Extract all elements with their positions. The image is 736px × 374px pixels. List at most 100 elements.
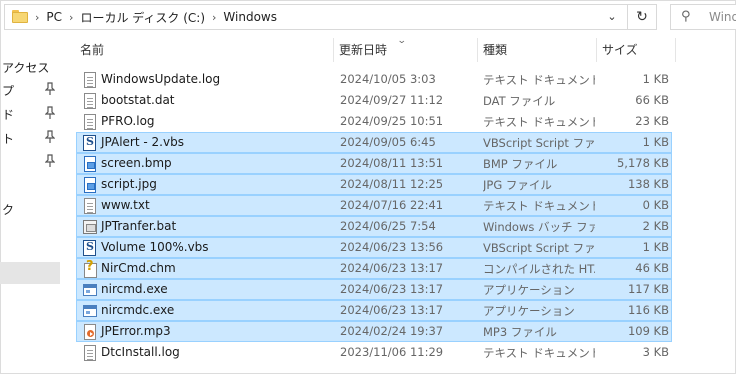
search-icon: ⚲ xyxy=(681,9,691,24)
audio-file-icon xyxy=(83,324,97,340)
breadcrumb-local-disk[interactable]: ローカル ディスク (C:) xyxy=(80,9,205,26)
navigation-pane: アクセス プ ド ト ク xyxy=(0,36,60,374)
refresh-button[interactable]: ↻ xyxy=(627,4,657,30)
file-size: 66 KB xyxy=(635,93,669,107)
file-type: アプリケーション xyxy=(483,283,575,297)
nav-item-6[interactable]: ク xyxy=(0,198,60,220)
file-type: BMP ファイル xyxy=(483,157,558,171)
file-date: 2024/08/11 12:25 xyxy=(340,177,444,191)
file-size: 1 KB xyxy=(642,240,669,254)
file-name: DtcInstall.log xyxy=(101,345,180,359)
file-type: テキスト ドキュメント xyxy=(483,199,595,213)
breadcrumb-pc[interactable]: PC xyxy=(46,10,62,24)
nav-item-quick-access[interactable]: アクセス xyxy=(0,56,60,78)
vbscript-icon xyxy=(83,240,97,256)
file-type: VBScript Script ファ... xyxy=(483,241,595,255)
nav-item-label: ク xyxy=(2,203,15,217)
file-row[interactable]: script.jpg 2024/08/11 12:25 JPG ファイル 138 KB xyxy=(76,174,672,195)
text-file-icon xyxy=(83,93,97,109)
chevron-right-icon[interactable]: › xyxy=(35,11,39,24)
text-file-icon xyxy=(83,114,97,130)
file-type: コンパイルされた HT... xyxy=(483,262,595,276)
image-file-icon xyxy=(83,156,97,172)
file-row[interactable]: JPTranfer.bat 2024/06/25 7:54 Windows バッチ … xyxy=(76,216,672,237)
pin-icon xyxy=(44,82,56,96)
column-divider[interactable] xyxy=(675,38,676,62)
file-row[interactable]: www.txt 2024/07/16 22:41 テキスト ドキュメント 0 KB xyxy=(76,195,672,216)
file-date: 2024/09/27 11:12 xyxy=(340,93,444,107)
nav-item-3[interactable]: ド xyxy=(0,103,60,125)
search-placeholder[interactable]: Windo xyxy=(709,10,736,24)
file-size: 23 KB xyxy=(635,114,669,128)
file-size: 109 KB xyxy=(627,324,669,338)
column-divider[interactable] xyxy=(477,38,478,62)
file-name: JPTranfer.bat xyxy=(101,219,177,233)
file-row[interactable]: screen.bmp 2024/08/11 13:51 BMP ファイル 5,178 … xyxy=(76,153,672,174)
file-row[interactable]: PFRO.log 2024/09/25 10:51 テキスト ドキュメント 23 KB xyxy=(76,111,672,132)
text-file-icon xyxy=(83,345,97,361)
help-file-icon xyxy=(83,259,97,278)
file-type: テキスト ドキュメント xyxy=(483,346,595,360)
chevron-right-icon[interactable]: › xyxy=(212,11,216,24)
file-date: 2024/06/23 13:56 xyxy=(340,240,444,254)
pin-icon xyxy=(44,106,56,120)
batch-file-icon xyxy=(83,219,97,235)
file-name: bootstat.dat xyxy=(101,93,175,107)
file-row[interactable]: JPError.mp3 2024/02/24 19:37 MP3 ファイル 109 K… xyxy=(76,321,672,342)
nav-item-5[interactable] xyxy=(0,151,60,173)
file-list: WindowsUpdate.log 2024/10/05 3:03 テキスト ドキュ… xyxy=(76,69,676,363)
chevron-right-icon[interactable]: › xyxy=(69,11,73,24)
file-type: DAT ファイル xyxy=(483,94,556,108)
file-row[interactable]: JPAlert - 2.vbs 2024/09/05 6:45 VBScript S… xyxy=(76,132,672,153)
file-row[interactable]: Volume 100%.vbs 2024/06/23 13:56 VBScript … xyxy=(76,237,672,258)
column-header-name[interactable]: 名前 xyxy=(80,36,104,64)
breadcrumb-windows[interactable]: Windows xyxy=(223,10,277,24)
file-size: 1 KB xyxy=(642,135,669,149)
file-name: nircmdc.exe xyxy=(101,303,175,317)
nav-item-label: プ xyxy=(2,84,15,98)
nav-item-4[interactable]: ト xyxy=(0,127,60,149)
file-date: 2024/10/05 3:03 xyxy=(340,72,436,86)
file-row[interactable]: nircmdc.exe 2024/06/23 13:17 アプリケーション 116 K… xyxy=(76,300,672,321)
file-row[interactable]: WindowsUpdate.log 2024/10/05 3:03 テキスト ドキュ… xyxy=(76,69,672,90)
column-divider[interactable] xyxy=(596,38,597,62)
column-header-size[interactable]: サイズ xyxy=(602,36,638,64)
file-type: MP3 ファイル xyxy=(483,325,557,339)
vbscript-icon xyxy=(83,135,97,151)
file-name: NirCmd.chm xyxy=(101,261,176,275)
file-date: 2024/06/25 7:54 xyxy=(340,219,436,233)
file-type: JPG ファイル xyxy=(483,178,552,192)
file-row[interactable]: nircmd.exe 2024/06/23 13:17 アプリケーション 117 KB xyxy=(76,279,672,300)
column-header-type[interactable]: 種類 xyxy=(483,36,507,64)
folder-icon xyxy=(12,10,28,23)
file-date: 2024/02/24 19:37 xyxy=(340,324,444,338)
file-size: 5,178 KB xyxy=(616,156,669,170)
chevron-down-icon: ⌄ xyxy=(396,36,407,46)
column-header-date[interactable]: 更新日時 xyxy=(339,36,387,64)
nav-item-selected[interactable] xyxy=(0,262,60,284)
file-name: WindowsUpdate.log xyxy=(101,72,221,86)
file-row[interactable]: bootstat.dat 2024/09/27 11:12 DAT ファイル 66 K… xyxy=(76,90,672,111)
file-name: script.jpg xyxy=(101,177,157,191)
file-row[interactable]: NirCmd.chm 2024/06/23 13:17 コンパイルされた HT...… xyxy=(76,258,672,279)
search-box[interactable]: ⚲ Windo xyxy=(670,4,736,30)
column-divider[interactable] xyxy=(333,38,334,62)
file-date: 2024/06/23 13:17 xyxy=(340,303,444,317)
file-row[interactable]: DtcInstall.log 2023/11/06 11:29 テキスト ドキュメン… xyxy=(76,342,672,363)
application-icon xyxy=(83,282,97,298)
chevron-down-icon[interactable]: ⌄ xyxy=(605,9,619,25)
file-name: JPAlert - 2.vbs xyxy=(101,135,184,149)
file-size: 2 KB xyxy=(642,219,669,233)
address-bar[interactable]: › PC › ローカル ディスク (C:) › Windows ⌄ xyxy=(4,4,628,30)
file-name: nircmd.exe xyxy=(101,282,168,296)
file-size: 1 KB xyxy=(642,72,669,86)
nav-item-2[interactable]: プ xyxy=(0,79,60,101)
image-file-icon xyxy=(83,177,97,193)
nav-item-label: アクセス xyxy=(2,61,50,75)
file-type: テキスト ドキュメント xyxy=(483,115,595,129)
file-name: Volume 100%.vbs xyxy=(101,240,209,254)
file-date: 2024/09/05 6:45 xyxy=(340,135,436,149)
file-date: 2024/06/23 13:17 xyxy=(340,261,444,275)
file-name: PFRO.log xyxy=(101,114,155,128)
file-name: screen.bmp xyxy=(101,156,172,170)
